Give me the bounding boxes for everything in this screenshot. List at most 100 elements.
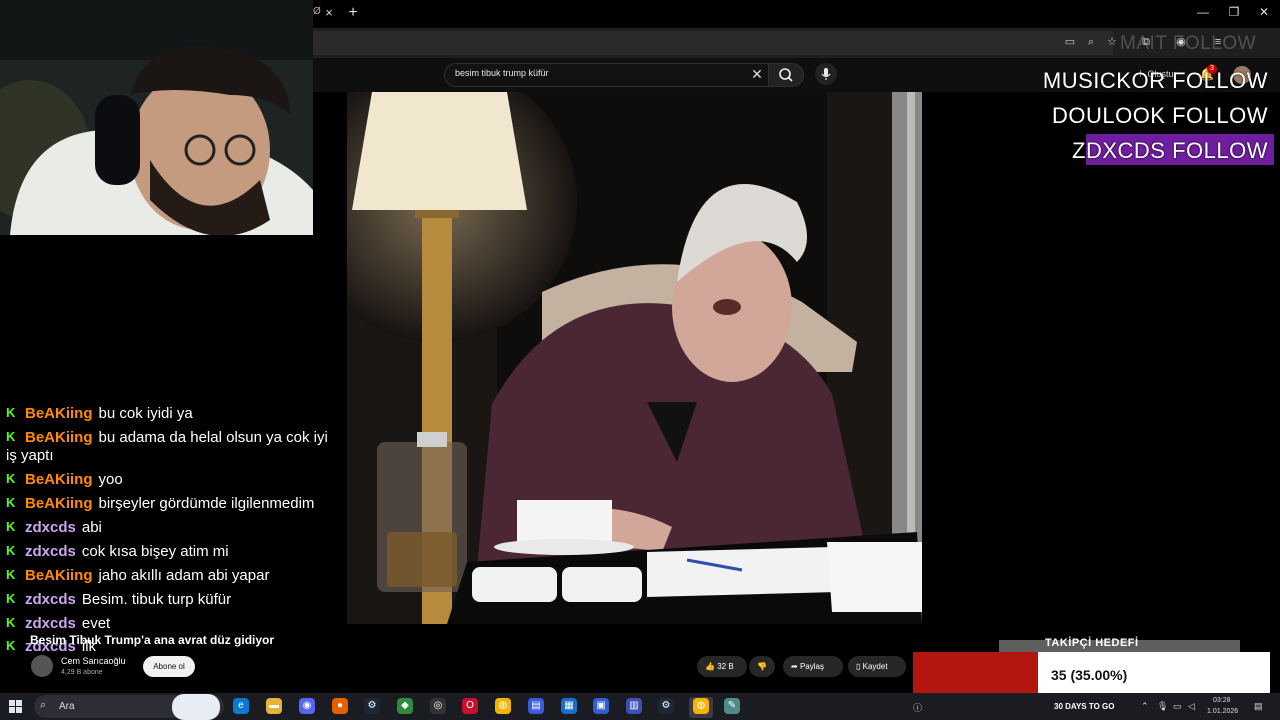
like-button[interactable]: 👍 32 B — [697, 656, 747, 677]
search-icon: ⌕ — [40, 699, 47, 711]
search-highlight-cloud-icon[interactable] — [172, 694, 220, 720]
network-icon[interactable]: ▭ — [1173, 701, 1182, 712]
chrome-icon[interactable]: ◍ — [495, 698, 511, 714]
goal-title: TAKİPÇİ HEDEFİ — [1045, 637, 1139, 649]
chat-message: Kzdxcds abi — [6, 519, 336, 537]
app-icon-1[interactable]: ▤ — [528, 698, 544, 714]
chat-text: cok kısa bişey atim mi — [81, 543, 229, 560]
app-icon-2[interactable]: ▦ — [561, 698, 577, 714]
steam-icon[interactable]: ⚙ — [364, 698, 380, 714]
steam-icon-2[interactable]: ⚙ — [658, 698, 674, 714]
volume-icon[interactable]: ◁ — [1188, 701, 1195, 712]
cast-icon[interactable]: ▭ — [1062, 34, 1078, 50]
restore-button[interactable]: ❐ — [1224, 5, 1244, 19]
clock-date[interactable]: 1.01.2026 — [1207, 708, 1238, 715]
webcam-feed — [0, 0, 313, 235]
video-title: Besim Tibuk Trump'a ana avrat düz gidiyo… — [30, 633, 275, 647]
clock-time[interactable]: 03:28 — [1213, 697, 1231, 704]
chat-text: evet — [81, 615, 111, 632]
follow-alert-3: ZDXCDS FOLLOW — [1072, 138, 1268, 163]
chat-message: Kzdxcds Besim. tibuk turp küfür — [6, 591, 336, 609]
chat-text: abi — [81, 519, 102, 536]
kick-icon: K — [6, 543, 16, 558]
goal-countdown: 30 DAYS TO GO — [1054, 702, 1115, 711]
chat-message: K BeAKiing yoo — [6, 471, 336, 489]
windows-start-icon[interactable] — [9, 700, 22, 713]
goal-progress-label: 35 (35.00%) — [1051, 667, 1128, 683]
faded-follow-alert: MAIT FOLLOW — [1120, 33, 1257, 54]
address-bar[interactable] — [313, 31, 1113, 55]
save-icon: ▯ — [856, 662, 861, 671]
chat-message: K BeAKiing jaho akıllı adam abi yapar — [6, 567, 336, 585]
share-label: Paylaş — [799, 662, 824, 671]
goal-progress-fill — [913, 652, 1038, 699]
chat-message: K BeAKiing bu cok iyidi ya — [6, 405, 336, 423]
subscribe-button[interactable]: Abone ol — [143, 656, 195, 677]
chrome-active-icon[interactable]: ◍ — [693, 698, 709, 714]
voice-search-button[interactable] — [815, 63, 837, 85]
new-tab-button[interactable]: + — [346, 4, 360, 22]
share-button[interactable]: ➦ Paylaş — [783, 656, 843, 677]
zoom-icon[interactable]: ⌕ — [1083, 34, 1099, 50]
discord-icon[interactable]: ◉ — [299, 698, 315, 714]
chat-text: yoo — [98, 471, 123, 488]
close-window-button[interactable]: ✕ — [1254, 5, 1274, 19]
chat-username: BeAKiing — [25, 495, 93, 512]
chat-message: Kzdxcds evet — [6, 615, 336, 633]
chat-message: Kzdxcds cok kısa bişey atim mi — [6, 543, 336, 561]
microphone-icon — [821, 68, 831, 80]
notification-center-icon[interactable]: ▤ — [1254, 701, 1263, 712]
save-label: Kaydet — [862, 662, 888, 671]
kick-icon: K — [6, 638, 16, 652]
share-icon: ➦ — [791, 662, 798, 671]
notepad-icon[interactable]: ✎ — [724, 698, 740, 714]
app-icon-4[interactable]: ▥ — [626, 698, 642, 714]
clear-search-icon[interactable]: ✕ — [750, 66, 764, 82]
channel-name[interactable]: Cem Sarıcaoğlu — [61, 656, 126, 666]
app-icon-3[interactable]: ▣ — [593, 698, 609, 714]
kick-icon: K — [6, 471, 16, 486]
kick-icon: K — [6, 567, 16, 582]
bookmark-star-icon[interactable]: ☆ — [1104, 34, 1120, 50]
chat-text: jaho akıllı adam abi yapar — [98, 567, 270, 584]
channel-avatar[interactable] — [31, 655, 53, 677]
opera-icon[interactable]: O — [462, 698, 478, 714]
chat-message: K BeAKiing bu adama da helal olsun ya cok … — [6, 429, 336, 465]
kick-icon: K — [6, 405, 16, 420]
dislike-button[interactable]: 👎 — [749, 656, 775, 677]
edge-icon[interactable]: e — [233, 698, 249, 714]
search-icon — [779, 68, 793, 82]
kick-icon: K — [6, 495, 16, 510]
microphone-tray-icon[interactable]: 🎙 — [1157, 701, 1168, 712]
search-button[interactable] — [768, 63, 804, 87]
follow-alert-2: DOULOOK FOLLOW — [1051, 103, 1268, 128]
chat-username: BeAKiing — [25, 471, 93, 488]
chat-username: zdxcds — [25, 615, 76, 632]
tab-close-button[interactable]: × — [322, 5, 336, 21]
chat-username: BeAKiing — [25, 405, 93, 422]
search-query-text: besim tibuk trump küfür — [455, 68, 549, 78]
chat-username: BeAKiing — [25, 429, 93, 446]
streamer-webcam — [0, 0, 313, 235]
file-explorer-icon[interactable]: ▬ — [266, 698, 282, 714]
tab-edge-icon: Ø — [313, 6, 321, 17]
chat-username: zdxcds — [25, 591, 76, 608]
obs-icon[interactable]: ◎ — [430, 698, 446, 714]
save-button[interactable]: ▯ Kaydet — [848, 656, 906, 677]
chat-username: BeAKiing — [25, 567, 93, 584]
minimize-button[interactable]: — — [1193, 5, 1213, 19]
shield-app-icon[interactable]: ◆ — [397, 698, 413, 714]
tray-chevron-icon[interactable]: ⌃ — [1141, 701, 1149, 712]
firefox-icon[interactable]: ● — [332, 698, 348, 714]
kick-icon: K — [6, 591, 16, 606]
chat-text: Besim. tibuk turp küfür — [81, 591, 232, 608]
info-icon[interactable]: ⓘ — [913, 701, 922, 714]
follow-alert-1: MUSICKOR FOLLOW — [1042, 68, 1268, 93]
chat-text: birşeyler gördümde ilgilenmedim — [98, 495, 315, 512]
kick-icon: K — [6, 615, 16, 630]
video-player[interactable] — [347, 92, 922, 624]
chat-text: bu cok iyidi ya — [98, 405, 193, 422]
subscriber-count: 4,29 B abone — [61, 669, 103, 676]
chat-overlay: K BeAKiing bu cok iyidi ya K BeAKiing bu ada… — [0, 402, 340, 652]
browser-tab-bar — [313, 0, 1280, 28]
